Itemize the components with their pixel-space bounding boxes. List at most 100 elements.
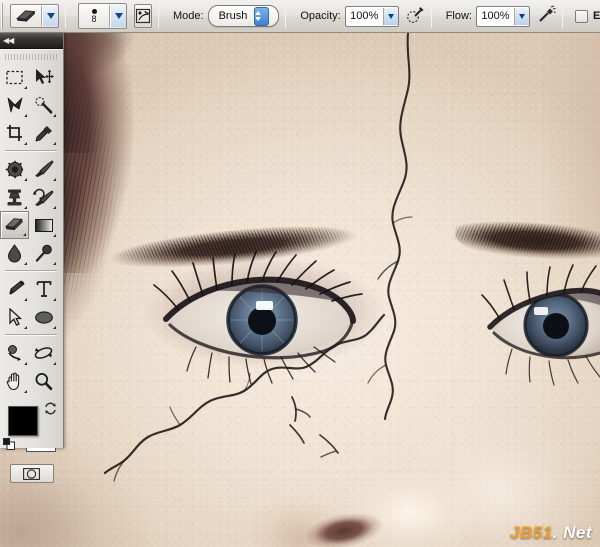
flyout-indicator[interactable] [53, 298, 56, 301]
flyout-indicator[interactable] [53, 234, 56, 237]
blur-drop-icon [7, 243, 22, 262]
erase-to-history-checkbox[interactable] [574, 9, 588, 23]
eyedropper-tool[interactable] [29, 119, 58, 147]
toolbox-divider [5, 150, 57, 152]
move-tool[interactable] [29, 63, 58, 91]
flyout-indicator[interactable] [24, 298, 27, 301]
opacity-dropdown[interactable] [382, 7, 398, 25]
notes-tool[interactable] [0, 339, 29, 367]
mode-label: Mode: [173, 10, 204, 22]
flyout-indicator[interactable] [24, 86, 27, 89]
flyout-indicator[interactable] [53, 326, 56, 329]
history-brush-tool[interactable] [29, 183, 58, 211]
magic-wand-tool[interactable] [29, 91, 58, 119]
flyout-indicator[interactable] [53, 178, 56, 181]
airbrush-icon [539, 5, 556, 22]
path-arrow-icon [9, 308, 22, 326]
flyout-indicator[interactable] [24, 142, 27, 145]
toolbox-group-vector [0, 275, 62, 331]
erase-to-history-option[interactable]: Erase to History [574, 9, 600, 23]
flyout-indicator[interactable] [53, 142, 56, 145]
flyout-indicator[interactable] [53, 262, 56, 265]
brush-tool[interactable] [29, 155, 58, 183]
airbrush-toggle[interactable] [537, 5, 556, 27]
options-bar-grip[interactable] [1, 3, 3, 29]
rectangular-marquee-tool[interactable] [0, 63, 29, 91]
ellipse-shape-tool[interactable] [29, 303, 58, 331]
flyout-indicator[interactable] [24, 114, 27, 117]
brush-preset-dropdown[interactable] [110, 5, 126, 27]
flyout-indicator[interactable] [24, 362, 27, 365]
gradient-icon [34, 218, 53, 232]
toolbox-divider [5, 270, 57, 272]
quick-mask-mode-button[interactable] [9, 464, 54, 483]
photo-crack-lines [103, 33, 413, 482]
clone-stamp-tool[interactable] [0, 183, 29, 211]
path-selection-tool[interactable] [0, 303, 29, 331]
brush-preset-picker[interactable]: 8 [78, 3, 127, 29]
opacity-field[interactable]: 100% [344, 5, 399, 27]
toolbox-palette: ◀◀ [0, 33, 64, 483]
eraser-tool[interactable] [0, 211, 29, 239]
history-brush-icon [33, 188, 54, 206]
flyout-indicator[interactable] [53, 114, 56, 117]
mode-select[interactable]: Brush [207, 5, 280, 27]
zoom-tool[interactable] [29, 367, 58, 395]
flyout-indicator[interactable] [24, 178, 27, 181]
flyout-indicator[interactable] [23, 233, 26, 236]
foreground-color-swatch[interactable] [8, 406, 38, 436]
options-bar: 8 Mode: Brush Opacity: 100% Flow: 100% E [0, 0, 600, 33]
dodge-tool[interactable] [29, 239, 58, 267]
default-colors-icon[interactable] [3, 437, 15, 455]
flyout-indicator[interactable] [24, 262, 27, 265]
collapse-double-left-icon[interactable]: ◀◀ [3, 36, 14, 45]
site-watermark: JB51. Net [510, 523, 592, 543]
gradient-tool[interactable] [29, 211, 58, 239]
tool-preset-picker[interactable] [10, 4, 59, 28]
move-icon [35, 69, 54, 84]
toolbox-drag-grip[interactable] [5, 54, 58, 60]
flyout-indicator[interactable] [53, 206, 56, 209]
flow-value[interactable]: 100% [476, 7, 514, 25]
healing-brush-icon [5, 160, 23, 178]
toolbox-group-navigation [0, 339, 62, 395]
photo-left-eye [153, 251, 363, 385]
photo-right-eye [481, 264, 600, 386]
opacity-value[interactable]: 100% [345, 7, 383, 25]
healing-brush-tool[interactable] [0, 155, 29, 183]
swap-colors-icon[interactable] [44, 402, 57, 420]
pen-tool[interactable] [0, 275, 29, 303]
tool-preset-dropdown[interactable] [42, 6, 58, 26]
zoom-magnifier-icon [35, 372, 53, 390]
flyout-indicator[interactable] [24, 326, 27, 329]
dodge-icon [35, 244, 52, 262]
options-separator [430, 4, 432, 28]
type-tool[interactable] [29, 275, 58, 303]
lasso-tool[interactable] [0, 91, 29, 119]
image-canvas[interactable]: JB51. Net [0, 33, 600, 547]
eyedropper-icon [34, 126, 52, 142]
flyout-indicator[interactable] [53, 362, 56, 365]
toolbox-titlebar[interactable]: ◀◀ [0, 33, 63, 49]
crop-tool[interactable] [0, 119, 29, 147]
eraser-icon [5, 218, 23, 231]
flow-dropdown[interactable] [513, 7, 529, 25]
pressure-opacity-icon [406, 7, 424, 23]
toolbox-body [0, 49, 63, 483]
3d-orbit-tool[interactable] [29, 339, 58, 367]
options-separator [561, 4, 563, 28]
hand-tool[interactable] [0, 367, 29, 395]
orbit-icon [34, 347, 53, 359]
brush-tip-icon [91, 8, 97, 14]
flyout-indicator[interactable] [24, 390, 27, 393]
mode-stepper-icon[interactable] [254, 6, 270, 26]
opacity-pressure-toggle[interactable] [406, 5, 425, 27]
opacity-label: Opacity: [300, 10, 341, 22]
toggle-brushes-palette-button[interactable] [134, 4, 152, 28]
blur-tool[interactable] [0, 239, 29, 267]
flow-field[interactable]: 100% [475, 5, 530, 27]
flyout-indicator[interactable] [24, 206, 27, 209]
chevron-down-icon [46, 13, 55, 19]
chevron-down-icon [518, 13, 525, 19]
options-separator [158, 4, 159, 28]
